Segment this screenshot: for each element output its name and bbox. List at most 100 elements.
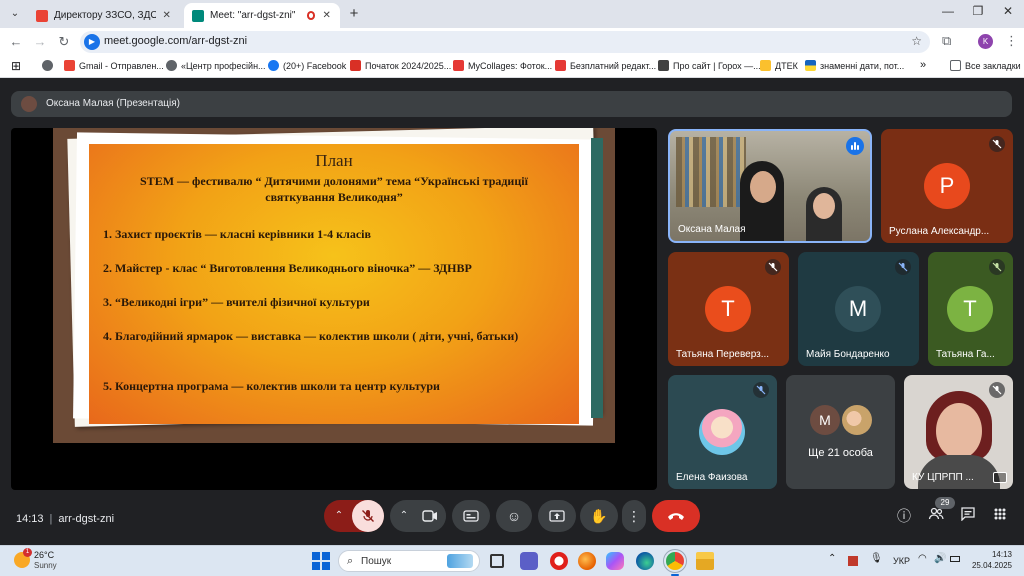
battery-icon[interactable] <box>950 556 960 562</box>
participant-tile[interactable]: Оксана Малая <box>668 129 872 243</box>
slide-list-item: 3. “Великодні ігри” — вчителі фізичної к… <box>103 295 370 309</box>
browser-tab-meet[interactable]: Meet: "arr-dgst-zni" ✕ <box>184 3 340 28</box>
participant-tile[interactable]: КУ ЦПРПП ... <box>904 375 1013 489</box>
close-tab-icon[interactable]: ✕ <box>162 10 173 21</box>
picture-in-picture-icon[interactable] <box>993 472 1007 483</box>
mic-off-icon <box>362 510 374 522</box>
presentation-stage[interactable]: План STEM — фестивалю “ Дитячими долоням… <box>11 128 657 490</box>
facebook-icon <box>268 60 279 71</box>
browser-menu-icon[interactable]: ⋮ <box>1005 33 1018 49</box>
raise-hand-icon: ✋ <box>590 508 608 524</box>
forward-icon[interactable]: → <box>32 34 48 50</box>
tab-title: Директору ЗЗСО, ЗДО. Запро <box>54 10 156 21</box>
bookmark-label: Початок 2024/2025... <box>365 60 452 71</box>
tab-search-chevron-icon[interactable]: ⌄ <box>6 5 24 23</box>
participant-name: Татьяна Га... <box>936 349 995 360</box>
activities-icon[interactable] <box>991 507 1009 525</box>
participant-tile[interactable]: М Майя Бондаренко <box>798 252 919 366</box>
more-vertical-icon: ⋮ <box>627 508 641 524</box>
participant-tile[interactable]: Р Руслана Александр... <box>881 129 1013 243</box>
back-icon[interactable]: ← <box>8 34 24 50</box>
bookmark-label: Все закладки <box>965 60 1021 71</box>
gorokh-icon <box>658 60 669 71</box>
emoji-reactions-button[interactable]: ☺ <box>496 500 532 532</box>
mic-off-icon <box>989 259 1005 275</box>
bookmark-star-icon[interactable]: ☆ <box>911 34 922 48</box>
bookmark-item[interactable]: MyCollages: Фоток... <box>453 60 552 71</box>
show-hidden-icons-chevron[interactable]: ⌃ <box>828 553 836 564</box>
speaker-icon[interactable]: 🔊 <box>934 553 946 564</box>
profile-avatar[interactable]: K <box>978 34 993 49</box>
meet-controls-bar: 14:13 | arr-dgst-zni ⌃ ⌃ ☺ ✋ ⋮ ⓘ 29 <box>0 497 1024 545</box>
present-screen-button[interactable] <box>538 500 576 532</box>
minimize-icon[interactable]: — <box>938 4 958 18</box>
camera-icon <box>422 510 437 522</box>
tray-app-icon[interactable] <box>848 556 858 566</box>
wifi-icon[interactable]: ◠ <box>918 553 927 564</box>
file-explorer-icon[interactable] <box>696 552 714 570</box>
taskbar-search-box[interactable]: ⌕ Пошук <box>338 550 480 572</box>
taskbar-clock-time[interactable]: 14:13 <box>976 550 1012 559</box>
input-language[interactable]: УКР <box>893 556 910 566</box>
bookmark-item[interactable] <box>42 60 53 71</box>
bookmark-item[interactable]: знаменні дати, пот... <box>805 60 904 71</box>
all-bookmarks-folder[interactable]: Все закладки <box>950 60 1021 71</box>
windows-start-icon[interactable] <box>312 552 330 570</box>
bookmark-item[interactable]: Про сайт | Горох —... <box>658 60 761 71</box>
bookmark-label: знаменні дати, пот... <box>820 60 905 71</box>
leave-call-button[interactable] <box>652 500 700 532</box>
participant-tile[interactable]: Т Татьяна Га... <box>928 252 1013 366</box>
participant-tile[interactable]: Т Татьяна Переверз... <box>668 252 789 366</box>
video-options-chevron-icon[interactable]: ⌃ <box>396 500 412 532</box>
mic-off-icon <box>895 259 911 275</box>
close-tab-icon[interactable]: ✕ <box>321 10 332 21</box>
site-info-icon[interactable]: ▶ <box>84 34 100 50</box>
taskbar-clock-date[interactable]: 25.04.2025 <box>962 561 1012 570</box>
extensions-icon[interactable]: ⧉ <box>942 33 951 49</box>
participant-tile[interactable]: Елена Фаизова <box>668 375 777 489</box>
meeting-details-icon[interactable]: ⓘ <box>895 507 913 525</box>
heart-icon <box>555 60 566 71</box>
bookmark-item[interactable]: Безплатний редакт... <box>555 60 656 71</box>
windows-taskbar: 1 26°C Sunny ⌕ Пошук ⌃ 🎙 УКР ◠ 🔊 14:13 2… <box>0 545 1024 576</box>
firefox-icon[interactable] <box>578 552 596 570</box>
more-participants-tile[interactable]: М Ще 21 особа <box>786 375 895 489</box>
task-view-icon[interactable] <box>490 554 504 568</box>
edge-icon[interactable] <box>636 552 654 570</box>
mic-toggle-button[interactable] <box>352 500 384 532</box>
weather-temperature[interactable]: 26°C <box>34 550 54 560</box>
close-window-icon[interactable]: ✕ <box>998 4 1018 18</box>
bookmark-item[interactable]: (20+) Facebook <box>268 60 346 71</box>
more-options-button[interactable]: ⋮ <box>622 500 646 532</box>
teams-icon[interactable] <box>520 552 538 570</box>
new-tab-icon[interactable]: + <box>346 5 362 22</box>
captions-button[interactable] <box>452 500 490 532</box>
apps-grid-icon[interactable]: ⊞ <box>11 59 21 73</box>
people-icon[interactable] <box>927 507 945 525</box>
microphone-icon[interactable]: 🎙 <box>870 553 883 564</box>
mic-off-icon <box>989 136 1005 152</box>
chat-icon[interactable] <box>959 507 977 525</box>
bookmark-item[interactable]: «Центр професійн... <box>166 60 266 71</box>
participant-photo-avatar <box>842 405 872 435</box>
more-bookmarks-chevron-icon[interactable]: » <box>920 59 926 71</box>
bookmark-item[interactable]: Початок 2024/2025... <box>350 60 451 71</box>
gmail-icon <box>64 60 75 71</box>
browser-tab-gmail[interactable]: Директору ЗЗСО, ЗДО. Запро ✕ <box>28 3 180 28</box>
reload-icon[interactable]: ↻ <box>56 34 72 50</box>
presenter-avatar <box>21 96 37 112</box>
restore-icon[interactable]: ❐ <box>968 4 988 18</box>
chrome-icon[interactable] <box>666 552 684 570</box>
camera-toggle-button[interactable] <box>414 500 446 532</box>
url-text: meet.google.com/arr-dgst-zni <box>104 35 248 47</box>
bookmark-item[interactable]: Gmail - Отправлен... <box>64 60 164 71</box>
audio-options-chevron-icon[interactable]: ⌃ <box>330 500 348 532</box>
opera-icon[interactable] <box>550 552 568 570</box>
weather-condition[interactable]: Sunny <box>34 561 57 570</box>
raise-hand-button[interactable]: ✋ <box>580 500 618 532</box>
participant-video-face <box>750 171 776 203</box>
address-bar[interactable]: ▶ meet.google.com/arr-dgst-zni ☆ <box>80 31 930 53</box>
copilot-icon[interactable] <box>606 552 624 570</box>
more-participants-label: Ще 21 особа <box>808 447 873 459</box>
bookmark-item[interactable]: ДТЕК <box>760 60 798 71</box>
